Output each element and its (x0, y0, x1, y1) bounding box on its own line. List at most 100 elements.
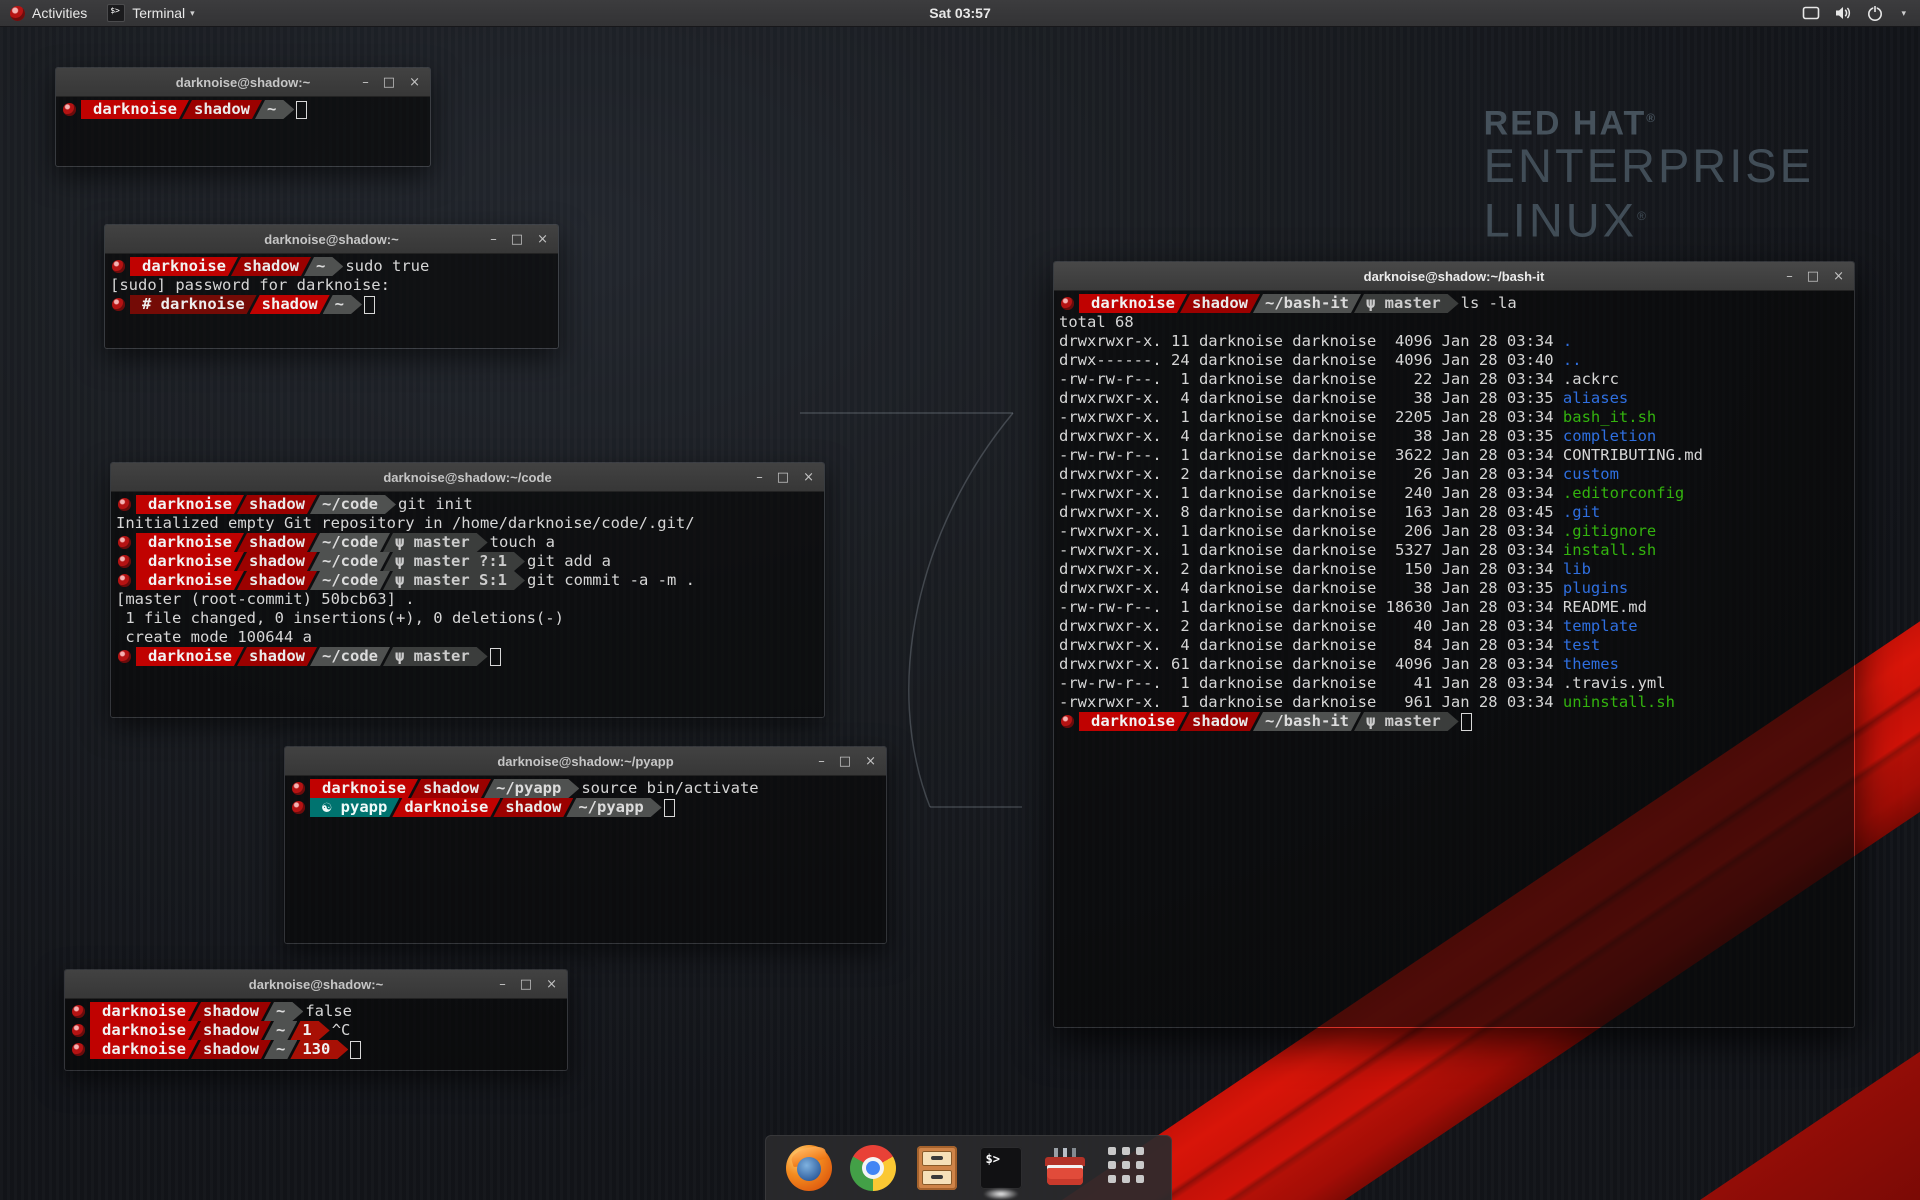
terminal-output-line: 1 file changed, 0 insertions(+), 0 delet… (116, 609, 819, 628)
prompt-segment-host: shadow (191, 1002, 271, 1021)
prompt-segment-path: ~ (264, 1002, 303, 1021)
terminal-ls-line: -rwxrwxr-x. 1 darknoise darknoise 206 Ja… (1059, 522, 1849, 541)
window-minimize-button[interactable]: – (756, 471, 763, 484)
command-text: ls -la (1461, 294, 1517, 313)
prompt-segment-path: ~/code (310, 495, 396, 514)
window-close-button[interactable]: × (537, 233, 548, 246)
activities-button[interactable]: Activities (0, 0, 97, 26)
window-buttons: – □ × (756, 463, 814, 491)
terminal-cursor (364, 296, 375, 314)
terminal-content[interactable]: darknoiseshadow~falsedarknoiseshadow~1^C… (65, 999, 567, 1070)
window-maximize-button[interactable]: □ (1807, 270, 1819, 283)
window-minimize-button[interactable]: – (818, 755, 825, 768)
ls-filename: install.sh (1563, 541, 1656, 559)
ls-prefix: drwxrwxr-x. 8 darknoise darknoise 163 Ja… (1059, 503, 1563, 521)
window-titlebar[interactable]: darknoise@shadow:~/pyapp – □ × (285, 747, 886, 776)
window-minimize-button[interactable]: – (499, 978, 506, 991)
terminal-dock-icon[interactable]: $> (978, 1145, 1024, 1191)
chrome-icon (850, 1145, 896, 1191)
window-titlebar[interactable]: darknoise@shadow:~/bash-it–□× (1054, 262, 1854, 291)
terminal-prompt-line: darknoiseshadow~/bash-itψ masterls -la (1059, 294, 1849, 313)
redhat-prompt-icon (292, 801, 305, 814)
window-minimize-button[interactable]: – (1786, 270, 1793, 283)
redhat-prompt-icon (1061, 297, 1074, 310)
window-titlebar[interactable]: darknoise@shadow:~–□× (56, 68, 430, 97)
ls-filename: README.md (1563, 598, 1647, 616)
ls-prefix: drwxrwxr-x. 4 darknoise darknoise 84 Jan… (1059, 636, 1563, 654)
terminal-content[interactable]: darknoiseshadow~/bash-itψ masterls -lato… (1054, 291, 1854, 1027)
terminal-ls-line: -rw-rw-r--. 1 darknoise darknoise 18630 … (1059, 598, 1849, 617)
window-maximize-button[interactable]: □ (383, 76, 395, 89)
prompt-segment-path: ~/bash-it (1253, 294, 1361, 313)
redhat-prompt-icon (72, 1005, 85, 1018)
terminal-content[interactable]: darknoiseshadow~/codegit initInitialized… (111, 492, 824, 717)
terminal-ls-line: drwxrwxr-x. 4 darknoise darknoise 38 Jan… (1059, 579, 1849, 598)
window-close-button[interactable]: × (1833, 270, 1844, 283)
terminal-ls-line: drwx------. 24 darknoise darknoise 4096 … (1059, 351, 1849, 370)
ls-filename: .. (1563, 351, 1582, 369)
redhat-prompt-icon (72, 1024, 85, 1037)
terminal-prompt-line: darknoiseshadow~ (61, 100, 425, 119)
prompt-segment-root: # darknoise (130, 295, 257, 314)
prompt-segment-host: shadow (237, 647, 317, 666)
window-titlebar[interactable]: darknoise@shadow:~/code–□× (111, 463, 824, 492)
terminal-window-sudo: darknoise@shadow:~ – □ × darknoiseshadow~sud… (104, 224, 559, 349)
ls-prefix: -rwxrwxr-x. 1 darknoise darknoise 206 Ja… (1059, 522, 1563, 540)
window-close-button[interactable]: × (865, 755, 876, 768)
ls-filename: .git (1563, 503, 1600, 521)
terminal-prompt-line: darknoiseshadow~/codeψ mastertouch a (116, 533, 819, 552)
window-maximize-button[interactable]: □ (511, 233, 523, 246)
window-close-button[interactable]: × (409, 76, 420, 89)
window-minimize-button[interactable]: – (362, 76, 369, 89)
prompt-segment-path: ~/pyapp (566, 798, 661, 817)
app-menu-terminal[interactable]: $> Terminal ▾ (97, 0, 204, 26)
chrome-dock-icon[interactable] (850, 1145, 896, 1191)
window-title: darknoise@shadow:~/pyapp (497, 754, 673, 769)
ls-prefix: drwxrwxr-x. 2 darknoise darknoise 26 Jan… (1059, 465, 1563, 483)
terminal-ls-line: drwxrwxr-x. 8 darknoise darknoise 163 Ja… (1059, 503, 1849, 522)
window-maximize-button[interactable]: □ (777, 471, 789, 484)
terminal-content[interactable]: darknoiseshadow~sudo true[sudo] password… (105, 254, 558, 348)
prompt-segment-host: shadow (191, 1040, 271, 1059)
terminal-cursor (296, 101, 307, 119)
command-text: source bin/activate (581, 779, 758, 798)
clock-label[interactable]: Sat 03:57 (929, 5, 990, 21)
terminal-content[interactable]: darknoiseshadow~ (56, 97, 430, 166)
app-menu-label: Terminal (132, 5, 185, 21)
prompt-segment-path: ~ (304, 257, 343, 276)
window-close-button[interactable]: × (803, 471, 814, 484)
ls-prefix: drwxrwxr-x. 4 darknoise darknoise 38 Jan… (1059, 427, 1563, 445)
window-titlebar[interactable]: darknoise@shadow:~ – □ × (65, 970, 567, 999)
terminal-output-line: create mode 100644 a (116, 628, 819, 647)
prompt-segment-user: darknoise (81, 100, 189, 119)
firefox-dock-icon[interactable] (786, 1145, 832, 1191)
window-close-button[interactable]: × (546, 978, 557, 991)
prompt-segment-user: darknoise (1079, 712, 1187, 731)
command-text: git init (398, 495, 473, 514)
terminal-prompt-line: darknoiseshadow~130 (70, 1040, 562, 1059)
window-title: darknoise@shadow:~ (249, 977, 383, 992)
terminal-ls-line: drwxrwxr-x. 2 darknoise darknoise 150 Ja… (1059, 560, 1849, 579)
prompt-segment-user: darknoise (90, 1002, 198, 1021)
window-titlebar[interactable]: darknoise@shadow:~ – □ × (105, 225, 558, 254)
window-minimize-button[interactable]: – (490, 233, 497, 246)
window-buttons: – □ × (1786, 262, 1844, 290)
window-maximize-button[interactable]: □ (520, 978, 532, 991)
terminal-cursor (1461, 713, 1472, 731)
terminal-content[interactable]: darknoiseshadow~/pyappsource bin/activat… (285, 776, 886, 943)
terminal-ls-line: -rwxrwxr-x. 1 darknoise darknoise 2205 J… (1059, 408, 1849, 427)
window-maximize-button[interactable]: □ (839, 755, 851, 768)
ls-filename: CONTRIBUTING.md (1563, 446, 1703, 464)
files-dock-icon[interactable] (914, 1145, 960, 1191)
system-menu-button[interactable]: ▾ (1792, 0, 1914, 26)
redhat-prompt-icon (118, 498, 131, 511)
redhat-prompt-icon (72, 1043, 85, 1056)
terminal-prompt-line: darknoiseshadow~/codeψ master (116, 647, 819, 666)
ls-prefix: drwxrwxr-x. 4 darknoise darknoise 38 Jan… (1059, 579, 1563, 597)
command-text: touch a (490, 533, 555, 552)
window-title: darknoise@shadow:~ (264, 232, 398, 247)
redhat-prompt-icon (112, 260, 125, 273)
toolbox-dock-icon[interactable] (1042, 1145, 1088, 1191)
files-icon (917, 1146, 957, 1190)
app-grid-dock-icon[interactable] (1106, 1145, 1152, 1191)
